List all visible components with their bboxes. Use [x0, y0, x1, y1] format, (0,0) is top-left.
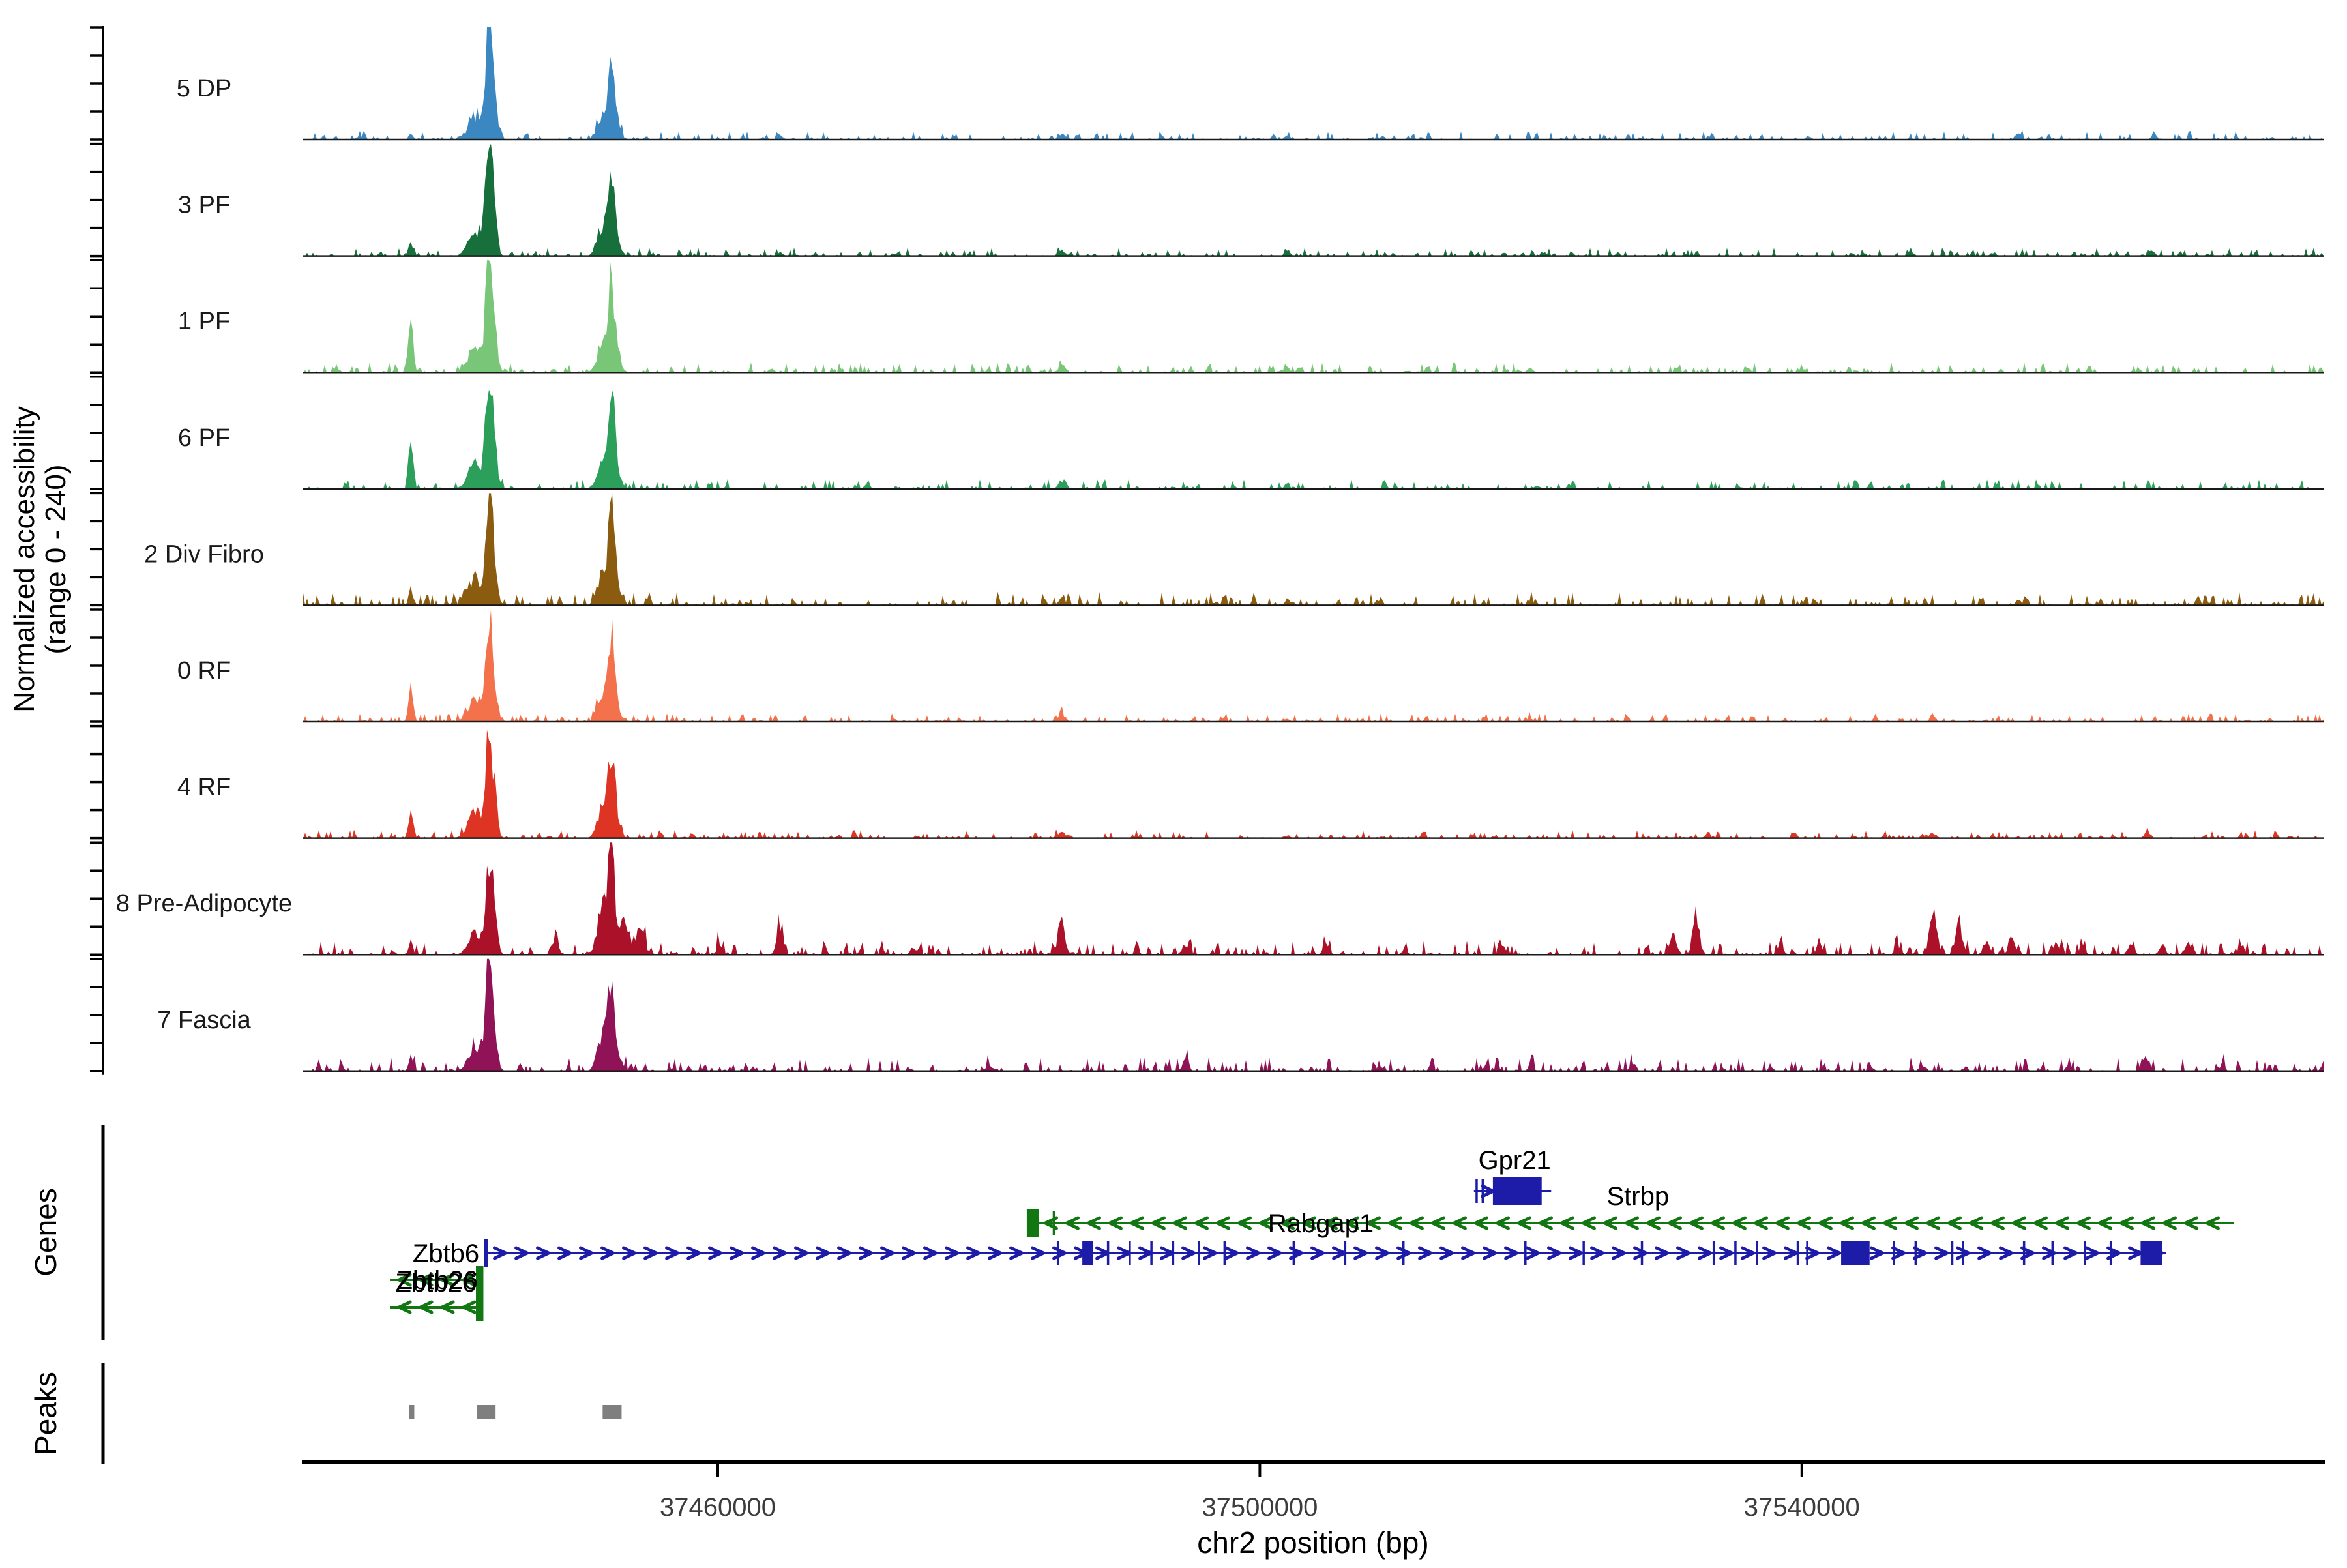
exon-box	[2140, 1241, 2162, 1265]
gene-zbtb26-5: Zbtb26	[390, 1269, 483, 1321]
coverage-area	[303, 959, 2324, 1071]
coverage-area	[303, 144, 2324, 256]
track-label: 0 RF	[177, 657, 231, 685]
gene-label: Zbtb6	[413, 1239, 479, 1268]
peak-interval-box	[477, 1405, 495, 1419]
coverage-area	[303, 610, 2324, 722]
gene-label: Strbp	[1606, 1182, 1669, 1211]
coverage-track-5-dp: 5 DP	[177, 27, 2324, 140]
coverage-area	[303, 390, 2324, 489]
coverage-track-0-rf: 0 RF	[177, 610, 2324, 722]
coverage-area	[303, 842, 2324, 954]
x-axis-title: chr2 position (bp)	[1197, 1526, 1428, 1560]
exon-box	[1841, 1241, 1870, 1265]
peak-interval-box	[409, 1405, 414, 1419]
x-axis-tick-label: 37540000	[1744, 1493, 1860, 1522]
coverage-track-1-pf: 1 PF	[178, 260, 2324, 372]
track-label: 8 Pre-Adipocyte	[116, 890, 292, 917]
coverage-plot-figure: Normalized accessibility(range 0 - 240) 5…	[0, 0, 2347, 1565]
track-label: 4 RF	[177, 774, 231, 801]
section-label: Genes	[29, 1188, 63, 1277]
track-label: 7 Fascia	[157, 1007, 251, 1034]
exon-box	[1082, 1241, 1093, 1265]
coverage-track-7-fascia: 7 Fascia	[157, 959, 2324, 1071]
coverage-track-4-rf: 4 RF	[177, 730, 2324, 838]
exon-box	[1027, 1209, 1039, 1237]
peak-interval-box	[602, 1405, 621, 1419]
coverage-track-6-pf: 6 PF	[178, 390, 2324, 489]
track-label: 2 Div Fibro	[144, 540, 264, 568]
coverage-plot-svg: Normalized accessibility(range 0 - 240) 5…	[0, 0, 2347, 1565]
x-axis-tick-label: 37460000	[660, 1493, 776, 1522]
exon-box	[1493, 1177, 1542, 1205]
coverage-area	[303, 730, 2324, 838]
gene-rabgap1-2: Rabgap1	[1027, 1209, 2234, 1238]
coverage-track-8-pre-adipocyte: 8 Pre-Adipocyte	[116, 842, 2324, 954]
x-axis-tick-label: 37500000	[1202, 1493, 1318, 1522]
section-label: Peaks	[29, 1372, 63, 1455]
exon-box	[476, 1294, 483, 1321]
y-axis-title: Normalized accessibility	[8, 406, 40, 712]
gene-label: Zbtb26	[395, 1269, 477, 1297]
y-axis-title: (range 0 - 240)	[40, 464, 72, 654]
coverage-track-3-pf: 3 PF	[178, 144, 2324, 256]
exon-box	[484, 1239, 488, 1267]
track-label: 6 PF	[178, 424, 230, 452]
track-label: 1 PF	[178, 308, 230, 335]
coverage-area	[303, 493, 2324, 605]
gene-strbp-1: Strbp	[1606, 1182, 1669, 1211]
gene-zbtb6-3: Zbtb6	[413, 1239, 2166, 1268]
track-label: 3 PF	[178, 192, 230, 219]
gene-gpr21-0: Gpr21	[1474, 1146, 1551, 1205]
gene-label: Rabgap1	[1268, 1209, 1374, 1238]
coverage-area	[303, 260, 2324, 372]
gene-label: Gpr21	[1479, 1146, 1551, 1175]
track-label: 5 DP	[177, 75, 231, 102]
coverage-area	[303, 27, 2324, 140]
coverage-track-2-div-fibro: 2 Div Fibro	[144, 493, 2324, 605]
